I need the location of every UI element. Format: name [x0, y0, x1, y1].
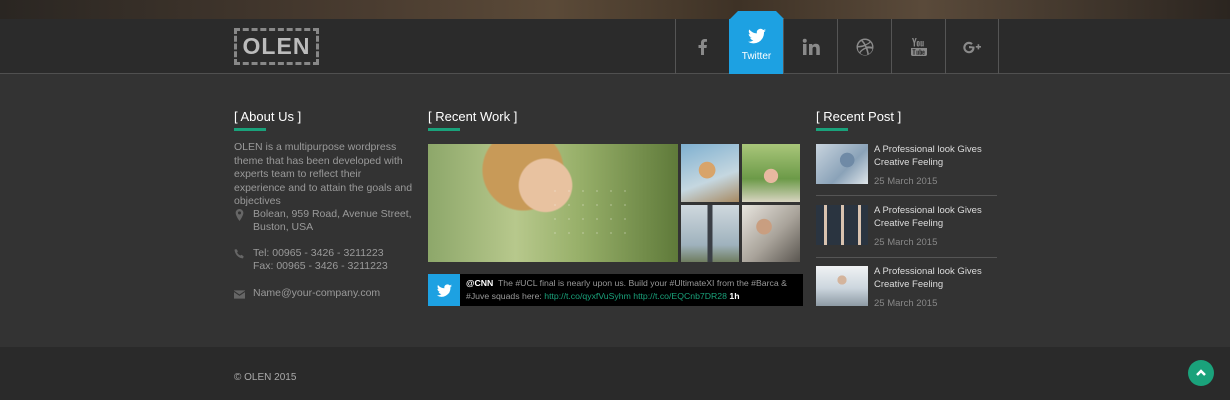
post-divider: [816, 195, 997, 196]
map-marker-icon: [234, 208, 253, 233]
post-divider: [816, 257, 997, 258]
address-line-1: Bolean, 959 Road, Avenue Street,: [253, 208, 412, 220]
recent-post-item[interactable]: A Professional look Gives Creative Feeli…: [816, 144, 997, 196]
facebook-link[interactable]: [675, 19, 729, 74]
twitter-label: Twitter: [741, 50, 772, 62]
gallery-image-tower[interactable]: [681, 205, 739, 262]
tweet-link-1[interactable]: http://t.co/qyxfVuSyhm: [544, 291, 631, 301]
social-bar: OLEN Twitter: [0, 19, 1230, 74]
linkedin-link[interactable]: [783, 19, 837, 74]
youtube-link[interactable]: [891, 19, 945, 74]
copyright: © OLEN 2015: [234, 372, 297, 383]
chevron-up-icon: [1196, 369, 1206, 376]
recent-post-item[interactable]: A Professional look Gives Creative Feeli…: [816, 266, 997, 318]
twitter-icon: [428, 274, 460, 306]
email-link[interactable]: Name@your-company.com: [253, 287, 380, 300]
gallery-image-girl-swing[interactable]: [742, 144, 800, 202]
hero-image-strip: [0, 0, 1230, 19]
twitter-link[interactable]: Twitter: [729, 19, 783, 74]
youtube-icon: [910, 37, 927, 56]
phone-icon: [234, 247, 253, 272]
dribbble-icon: [855, 38, 873, 55]
post-thumbnail[interactable]: [816, 266, 868, 306]
facebook-icon: [698, 38, 707, 55]
post-thumbnail[interactable]: [816, 205, 868, 245]
recent-post-title-underline: [816, 128, 848, 131]
tweet-box: @CNN The #UCL final is nearly upon us. B…: [428, 274, 803, 306]
about-title: [ About Us ]: [234, 109, 302, 124]
dribbble-link[interactable]: [837, 19, 891, 74]
address-row: Bolean, 959 Road, Avenue Street, Buston,…: [234, 208, 412, 233]
post-title[interactable]: A Professional look Gives Creative Feeli…: [874, 205, 994, 230]
gallery-image-girl-flowers[interactable]: [428, 144, 678, 262]
post-title[interactable]: A Professional look Gives Creative Feeli…: [874, 266, 994, 291]
address-line-2: Buston, USA: [253, 220, 314, 233]
email-row: Name@your-company.com: [234, 287, 380, 303]
back-to-top-button[interactable]: [1188, 360, 1214, 386]
post-date: 25 March 2015: [874, 176, 938, 187]
logo[interactable]: OLEN: [234, 28, 319, 65]
recent-post-title: [ Recent Post ]: [816, 109, 902, 124]
envelope-icon: [234, 287, 253, 303]
gallery-image-child-reading[interactable]: [742, 205, 800, 262]
post-title[interactable]: A Professional look Gives Creative Feeli…: [874, 144, 994, 169]
post-date: 25 March 2015: [874, 237, 938, 248]
recent-post-item[interactable]: A Professional look Gives Creative Feeli…: [816, 205, 997, 257]
google-plus-icon: [963, 41, 981, 53]
recent-work-title-underline: [428, 128, 460, 131]
twitter-icon: [747, 28, 766, 43]
social-list: Twitter: [675, 19, 999, 74]
gallery-image-boy-plane[interactable]: [681, 144, 739, 202]
recent-work-title: [ Recent Work ]: [428, 109, 518, 124]
linkedin-icon: [802, 38, 820, 55]
tweet-handle[interactable]: @CNN: [466, 278, 493, 288]
footer-bottom: © OLEN 2015: [0, 347, 1230, 400]
tel-text: Tel: 00965 - 3426 - 3211223: [253, 247, 384, 259]
tweet-link-2[interactable]: http://t.co/EQCnb7DR28: [633, 291, 727, 301]
tweet-time: 1h: [729, 290, 740, 301]
google-plus-link[interactable]: [945, 19, 999, 74]
about-title-underline: [234, 128, 266, 131]
post-date: 25 March 2015: [874, 298, 938, 309]
about-text: OLEN is a multipurpose wordpress theme t…: [234, 141, 413, 207]
fax-text: Fax: 00965 - 3426 - 3211223: [253, 259, 388, 272]
post-thumbnail[interactable]: [816, 144, 868, 184]
phone-row: Tel: 00965 - 3426 - 3211223 Fax: 00965 -…: [234, 247, 388, 272]
tweet-text: @CNN The #UCL final is nearly upon us. B…: [466, 277, 796, 302]
